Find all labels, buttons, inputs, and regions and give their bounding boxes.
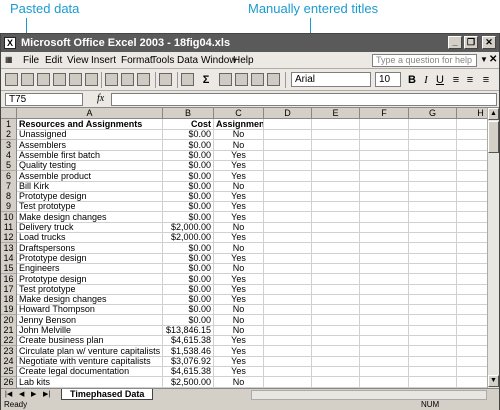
save-icon[interactable] xyxy=(37,73,50,86)
toolbar: Σ Arial 10 B I U ≡ ≡ ≡ xyxy=(1,69,499,91)
restore-button[interactable]: ❐ xyxy=(464,36,478,49)
column-header-b[interactable]: B xyxy=(163,108,214,119)
scroll-down-icon[interactable]: ▼ xyxy=(488,375,499,387)
figure-callouts: Pasted data Manually entered titles xyxy=(0,0,500,129)
first-sheet-icon[interactable]: |◀ xyxy=(5,390,12,398)
sheet-tab-bar: |◀ ◀ ▶ ▶| Timephased Data xyxy=(1,388,499,400)
vertical-scrollbar[interactable]: ▲ ▼ xyxy=(487,108,499,388)
status-num-lock: NUM xyxy=(421,400,440,409)
scroll-up-icon[interactable]: ▲ xyxy=(488,108,499,120)
chart-wizard-icon[interactable] xyxy=(235,73,248,86)
status-ready: Ready xyxy=(4,400,28,409)
scroll-thumb[interactable] xyxy=(488,121,499,153)
excel-app-icon: X xyxy=(4,37,16,49)
toolbar-separator xyxy=(101,72,102,88)
name-box[interactable]: T75 xyxy=(5,93,83,106)
print-preview-icon[interactable] xyxy=(85,73,98,86)
workbook-close-icon[interactable]: ✕ xyxy=(489,54,497,65)
window-title: Microsoft Office Excel 2003 - 18fig04.xl… xyxy=(21,37,231,49)
align-right-icon[interactable]: ≡ xyxy=(479,73,493,87)
menu-window[interactable]: Window xyxy=(201,55,237,66)
hyperlink-icon[interactable] xyxy=(181,73,194,86)
font-name-select[interactable]: Arial xyxy=(291,72,371,87)
callout-pasted-data: Pasted data xyxy=(10,1,80,16)
excel-window: X Microsoft Office Excel 2003 - 18fig04.… xyxy=(0,33,500,410)
help-search-input[interactable]: Type a question for help xyxy=(372,54,477,67)
sheet-tab-timephased-data[interactable]: Timephased Data xyxy=(61,389,154,400)
formula-input[interactable] xyxy=(111,93,497,106)
worksheet-grid: A B C D E F G H 1 Resources and Assignments Cost As… xyxy=(1,108,487,388)
align-left-icon[interactable]: ≡ xyxy=(449,73,463,87)
menu-data[interactable]: Data xyxy=(177,55,198,66)
column-header-d[interactable]: D xyxy=(264,108,312,119)
permission-icon[interactable] xyxy=(53,73,66,86)
menu-insert[interactable]: Insert xyxy=(91,55,116,66)
align-center-icon[interactable]: ≡ xyxy=(463,73,477,87)
formula-bar: T75 fx xyxy=(1,91,499,108)
column-header-e[interactable]: E xyxy=(312,108,360,119)
close-button[interactable]: ✕ xyxy=(482,36,496,49)
menu-edit[interactable]: Edit xyxy=(45,55,62,66)
menu-help[interactable]: Help xyxy=(233,55,254,66)
minimize-button[interactable]: _ xyxy=(448,36,462,49)
menu-view[interactable]: View xyxy=(67,55,89,66)
toolbar-separator xyxy=(285,72,286,88)
underline-button[interactable]: U xyxy=(433,73,447,87)
callout-manual-titles: Manually entered titles xyxy=(248,1,379,16)
column-header-g[interactable]: G xyxy=(409,108,457,119)
font-size-select[interactable]: 10 xyxy=(375,72,401,87)
column-header-f[interactable]: F xyxy=(360,108,409,119)
menu-format[interactable]: Format xyxy=(121,55,153,66)
paste-icon[interactable] xyxy=(137,73,150,86)
autosum-icon[interactable]: Σ xyxy=(199,73,213,87)
select-all-corner[interactable] xyxy=(1,108,17,119)
workbook-icon[interactable]: ▦ xyxy=(5,55,13,64)
column-header-c[interactable]: C xyxy=(214,108,264,119)
column-header-h[interactable]: H xyxy=(457,108,487,119)
print-icon[interactable] xyxy=(69,73,82,86)
help-dropdown-icon[interactable]: ▼ xyxy=(480,55,488,64)
toolbar-separator xyxy=(177,72,178,88)
last-sheet-icon[interactable]: ▶| xyxy=(43,390,50,398)
status-bar: Ready NUM xyxy=(1,400,499,410)
menu-file[interactable]: File xyxy=(23,55,39,66)
italic-button[interactable]: I xyxy=(419,73,433,87)
copy-icon[interactable] xyxy=(121,73,134,86)
new-icon[interactable] xyxy=(5,73,18,86)
zoom-icon[interactable] xyxy=(251,73,264,86)
help-icon[interactable] xyxy=(267,73,280,86)
next-sheet-icon[interactable]: ▶ xyxy=(31,390,36,398)
undo-icon[interactable] xyxy=(159,73,172,86)
open-icon[interactable] xyxy=(21,73,34,86)
title-bar: X Microsoft Office Excel 2003 - 18fig04.… xyxy=(1,34,499,52)
horizontal-scrollbar[interactable] xyxy=(251,390,487,400)
sort-ascending-icon[interactable] xyxy=(219,73,232,86)
cut-icon[interactable] xyxy=(105,73,118,86)
toolbar-separator xyxy=(155,72,156,88)
menu-tools[interactable]: Tools xyxy=(151,55,174,66)
column-header-a[interactable]: A xyxy=(17,108,163,119)
bold-button[interactable]: B xyxy=(405,73,419,87)
menu-bar: ▦ File Edit View Insert Format Tools Dat… xyxy=(1,52,499,69)
insert-function-icon[interactable]: fx xyxy=(97,93,104,104)
prev-sheet-icon[interactable]: ◀ xyxy=(19,390,24,398)
